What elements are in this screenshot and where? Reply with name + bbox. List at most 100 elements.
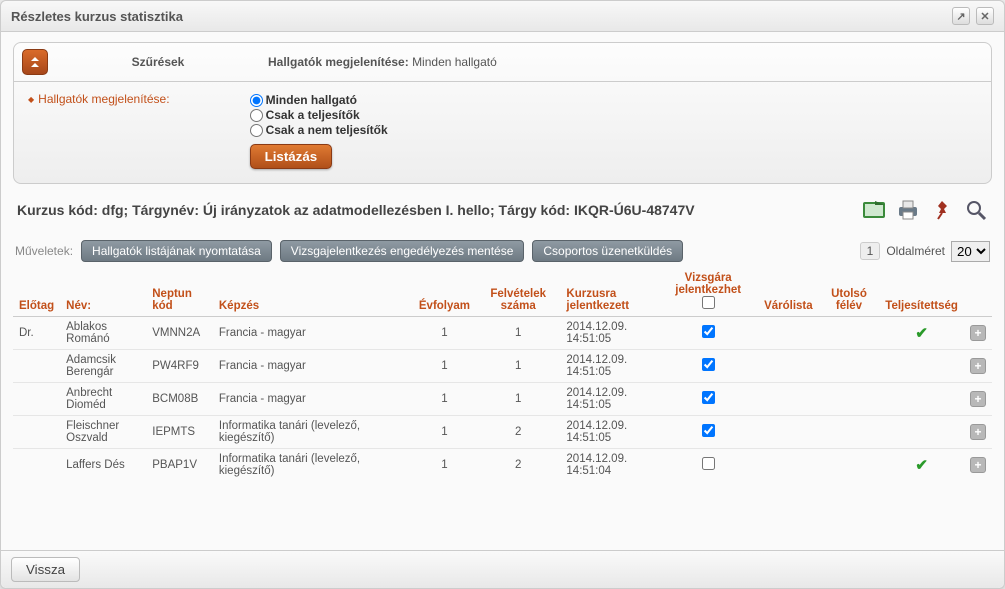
cell-enroll: 1 xyxy=(476,317,560,350)
cell-actions: + xyxy=(964,317,992,350)
cell-neptun: PW4RF9 xyxy=(146,350,213,383)
row-actions-button[interactable]: + xyxy=(970,391,986,407)
exam-checkbox[interactable] xyxy=(702,391,715,404)
cell-enroll: 1 xyxy=(476,350,560,383)
search-icon[interactable] xyxy=(964,198,988,222)
dialog-header: Részletes kurzus statisztika ↗ ✕ xyxy=(1,1,1004,32)
cell-name: Ablakos Románó xyxy=(60,317,146,350)
table-scroll[interactable]: Előtag Név: Neptun kód Képzés Évfolyam F… xyxy=(13,268,992,478)
table-row[interactable]: Fleischner OszvaldIEPMTSInformatika taná… xyxy=(13,416,992,449)
table-row[interactable]: Dr.Ablakos RománóVMNN2AFrancia - magyar 1… xyxy=(13,317,992,350)
filter-options: Minden hallgató Csak a teljesítők Csak a… xyxy=(250,92,388,169)
checkmark-icon: ✔ xyxy=(915,457,928,474)
external-link-icon[interactable]: ↗ xyxy=(952,7,970,25)
cell-year: 1 xyxy=(413,383,476,416)
radio-all-students[interactable] xyxy=(250,94,263,107)
cell-neptun: BCM08B xyxy=(146,383,213,416)
cell-name: Fleischner Oszvald xyxy=(60,416,146,449)
print-icon[interactable] xyxy=(896,198,920,222)
back-button[interactable]: Vissza xyxy=(11,557,80,582)
cell-done xyxy=(879,383,964,416)
print-students-button[interactable]: Hallgatók listájának nyomtatása xyxy=(81,240,272,262)
cell-enroll: 1 xyxy=(476,383,560,416)
radio-completed-students[interactable] xyxy=(250,109,263,122)
cell-date: 2014.12.09. 14:51:04 xyxy=(560,449,658,479)
col-last[interactable]: Utolsó félév xyxy=(819,268,880,317)
cell-exam xyxy=(658,449,758,479)
cell-date: 2014.12.09. 14:51:05 xyxy=(560,416,658,449)
page-current: 1 xyxy=(860,242,881,260)
col-regdate[interactable]: Kurzusra jelentkezett xyxy=(560,268,658,317)
cell-wait xyxy=(758,383,819,416)
excel-export-icon[interactable] xyxy=(862,198,886,222)
dialog-course-statistics: Részletes kurzus statisztika ↗ ✕ Szűrése… xyxy=(0,0,1005,589)
cell-date: 2014.12.09. 14:51:05 xyxy=(560,383,658,416)
radio-notcompleted-students[interactable] xyxy=(250,124,263,137)
filter-summary-value: Minden hallgató xyxy=(412,55,497,69)
row-actions-button[interactable]: + xyxy=(970,457,986,473)
cell-prefix xyxy=(13,350,60,383)
cell-program: Francia - magyar xyxy=(213,350,413,383)
filter-panel: Szűrések Hallgatók megjelenítése: Minden… xyxy=(13,42,992,184)
cell-year: 1 xyxy=(413,449,476,479)
exam-checkbox[interactable] xyxy=(702,325,715,338)
col-year[interactable]: Évfolyam xyxy=(413,268,476,317)
save-exam-permission-button[interactable]: Vizsgajelentkezés engedélyezés mentése xyxy=(280,240,525,262)
cell-program: Francia - magyar xyxy=(213,317,413,350)
exam-checkbox[interactable] xyxy=(702,457,715,470)
table-row[interactable]: Anbrecht DiomédBCM08BFrancia - magyar112… xyxy=(13,383,992,416)
col-prefix[interactable]: Előtag xyxy=(13,268,60,317)
dialog-title: Részletes kurzus statisztika xyxy=(11,9,183,24)
pager: 1 Oldalméret 20 xyxy=(860,241,990,262)
row-actions-button[interactable]: + xyxy=(970,424,986,440)
cell-done xyxy=(879,350,964,383)
table-row[interactable]: Laffers DésPBAP1VInformatika tanári (lev… xyxy=(13,449,992,479)
list-button[interactable]: Listázás xyxy=(250,144,333,169)
col-exam-label: Vizsgára jelentkezhet xyxy=(664,272,752,296)
cell-prefix: Dr. xyxy=(13,317,60,350)
col-neptun[interactable]: Neptun kód xyxy=(146,268,213,317)
col-wait[interactable]: Várólista xyxy=(758,268,819,317)
table-row[interactable]: Adamcsik BerengárPW4RF9Francia - magyar1… xyxy=(13,350,992,383)
close-icon[interactable]: ✕ xyxy=(976,7,994,25)
cell-actions: + xyxy=(964,383,992,416)
cell-wait xyxy=(758,449,819,479)
cell-prefix xyxy=(13,383,60,416)
col-exam[interactable]: Vizsgára jelentkezhet xyxy=(658,268,758,317)
col-enroll[interactable]: Felvételek száma xyxy=(476,268,560,317)
toolbar-icons xyxy=(862,198,988,222)
col-program[interactable]: Képzés xyxy=(213,268,413,317)
cell-done xyxy=(879,416,964,449)
cell-prefix xyxy=(13,449,60,479)
filter-header: Szűrések Hallgatók megjelenítése: Minden… xyxy=(14,43,991,81)
radio-completed-label: Csak a teljesítők xyxy=(266,108,360,122)
cell-actions: + xyxy=(964,416,992,449)
collapse-filter-button[interactable] xyxy=(22,49,48,75)
cell-year: 1 xyxy=(413,416,476,449)
col-exam-select-all[interactable] xyxy=(702,296,715,309)
radio-all-students-label: Minden hallgató xyxy=(266,93,357,107)
page-size-select[interactable]: 20 xyxy=(951,241,990,262)
cell-program: Informatika tanári (levelező, kiegészítő… xyxy=(213,449,413,479)
cell-neptun: VMNN2A xyxy=(146,317,213,350)
dialog-controls: ↗ ✕ xyxy=(952,7,994,25)
cell-date: 2014.12.09. 14:51:05 xyxy=(560,317,658,350)
col-done[interactable]: Teljesítettség xyxy=(879,268,964,317)
exam-checkbox[interactable] xyxy=(702,358,715,371)
operations-bar: Műveletek: Hallgatók listájának nyomtatá… xyxy=(13,236,992,268)
filter-body: ◆ Hallgatók megjelenítése: Minden hallga… xyxy=(14,81,991,183)
row-actions-button[interactable]: + xyxy=(970,358,986,374)
row-actions-button[interactable]: + xyxy=(970,325,986,341)
cell-prefix xyxy=(13,416,60,449)
cell-enroll: 2 xyxy=(476,449,560,479)
pin-icon[interactable] xyxy=(930,198,954,222)
course-info-line: Kurzus kód: dfg; Tárgynév: Új irányzatok… xyxy=(13,190,992,236)
filter-summary: Hallgatók megjelenítése: Minden hallgató xyxy=(268,55,497,69)
exam-checkbox[interactable] xyxy=(702,424,715,437)
col-name[interactable]: Név: xyxy=(60,268,146,317)
cell-exam xyxy=(658,383,758,416)
filter-title: Szűrések xyxy=(68,55,248,69)
cell-enroll: 2 xyxy=(476,416,560,449)
group-message-button[interactable]: Csoportos üzenetküldés xyxy=(532,240,683,262)
cell-actions: + xyxy=(964,449,992,479)
